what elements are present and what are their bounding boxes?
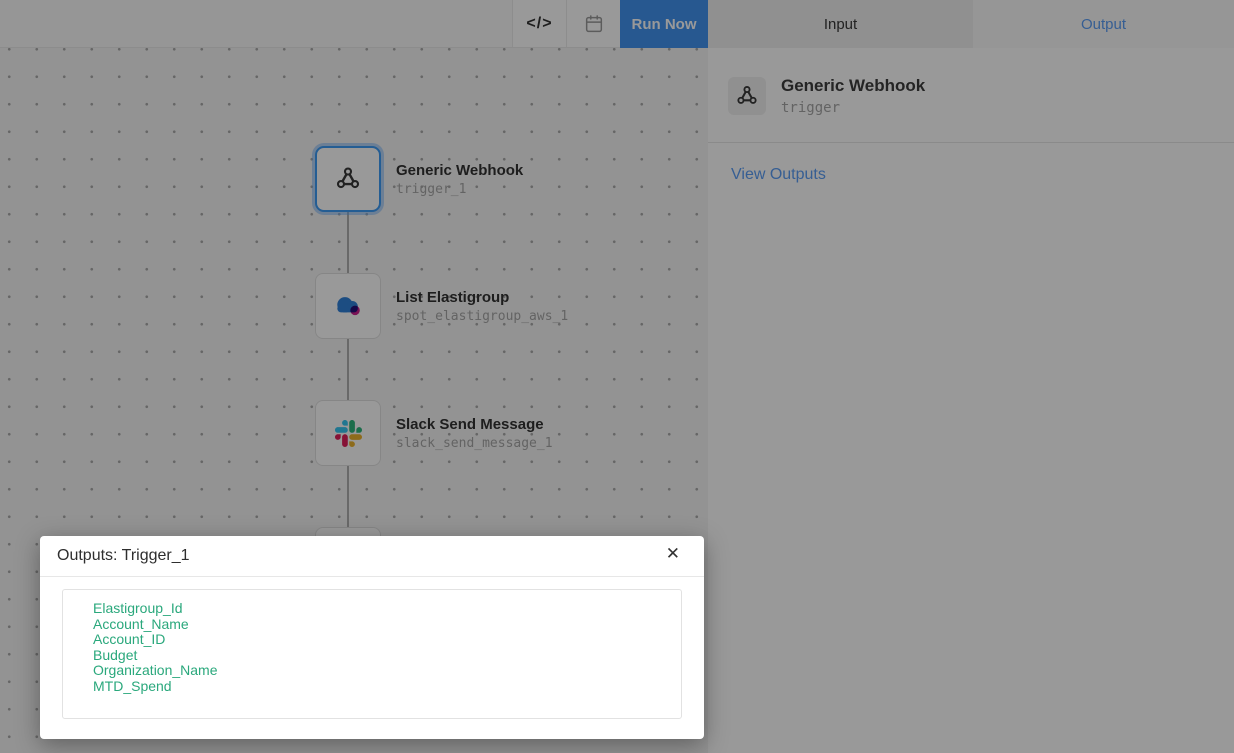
modal-body: Elastigroup_Id Account_Name Account_ID B… [40,577,704,731]
output-item[interactable]: Organization_Name [93,663,651,679]
modal-title: Outputs: Trigger_1 [57,547,190,565]
output-item[interactable]: Elastigroup_Id [93,601,651,617]
close-icon[interactable]: ✕ [662,541,684,566]
outputs-modal: Outputs: Trigger_1 ✕ Elastigroup_Id Acco… [40,536,704,739]
output-item[interactable]: Budget [93,648,651,664]
outputs-list: Elastigroup_Id Account_Name Account_ID B… [62,589,682,719]
output-item[interactable]: MTD_Spend [93,679,651,695]
modal-header: Outputs: Trigger_1 ✕ [40,536,704,577]
workflow-editor: </> Run Now Input Output [0,0,1234,753]
output-item[interactable]: Account_Name [93,617,651,633]
output-item[interactable]: Account_ID [93,632,651,648]
